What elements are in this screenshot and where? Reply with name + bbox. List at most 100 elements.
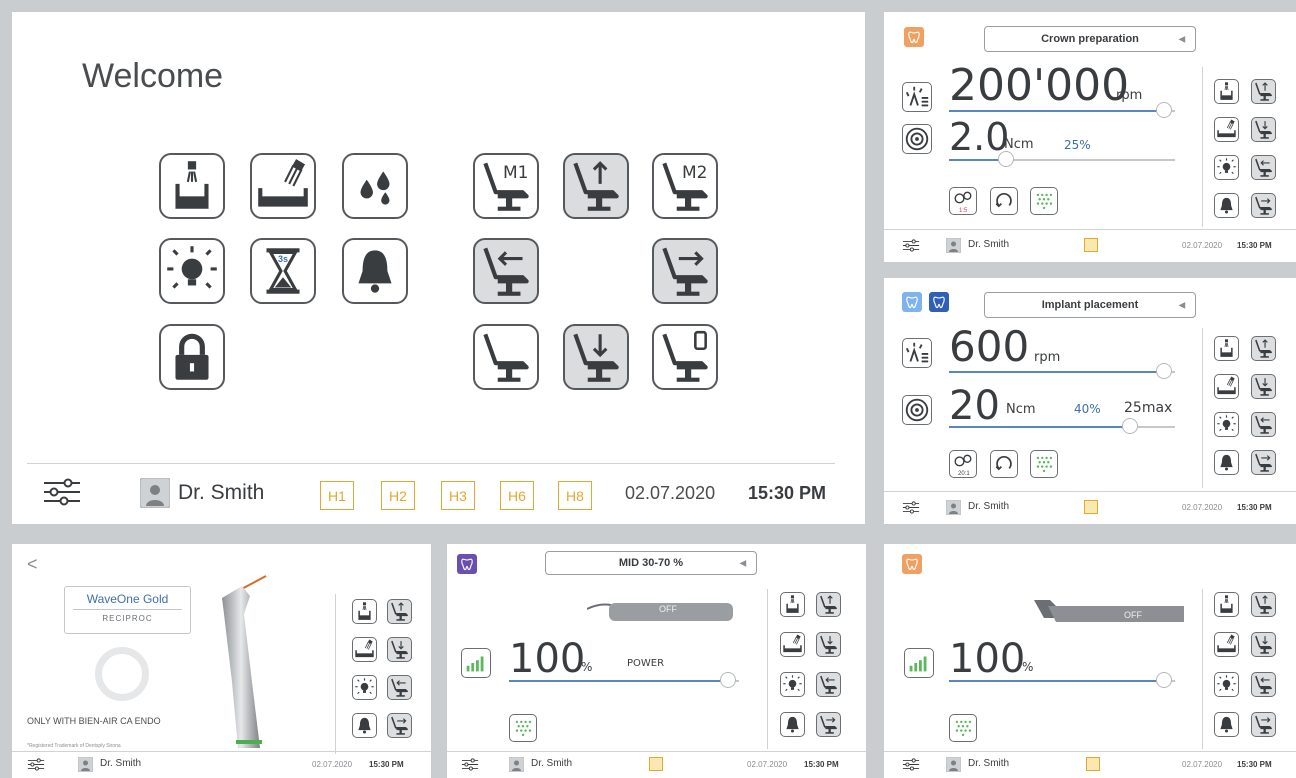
light-button[interactable] xyxy=(1214,412,1239,437)
chair-up-button[interactable] xyxy=(563,153,629,219)
torque-knob[interactable] xyxy=(997,151,1014,167)
power-knob[interactable] xyxy=(719,672,736,688)
preset-h2-button[interactable]: H2 xyxy=(381,481,415,510)
backrest-forward-button[interactable] xyxy=(1251,193,1276,218)
settings-icon[interactable] xyxy=(902,758,920,771)
chair-down-button[interactable] xyxy=(1251,632,1276,657)
chair-up-button[interactable] xyxy=(816,592,841,617)
light-button[interactable] xyxy=(780,672,805,697)
power-knob[interactable] xyxy=(1155,672,1172,688)
bell-button[interactable] xyxy=(1214,712,1239,737)
avatar[interactable] xyxy=(946,500,961,515)
bell-button[interactable] xyxy=(780,712,805,737)
spray-button[interactable] xyxy=(949,714,977,742)
backrest-forward-button[interactable] xyxy=(652,238,718,304)
cup-fill-button[interactable] xyxy=(352,599,377,624)
gear-ratio-button[interactable]: 1:5 xyxy=(949,187,977,215)
cup-fill-button[interactable] xyxy=(159,153,225,219)
rotation-button[interactable] xyxy=(990,187,1018,215)
chair-up-button[interactable] xyxy=(387,599,412,624)
bowl-rinse-button[interactable] xyxy=(352,637,377,662)
memory-1-button[interactable]: M1 xyxy=(473,153,539,219)
avatar[interactable] xyxy=(946,238,961,253)
chair-down-button[interactable] xyxy=(387,637,412,662)
backrest-forward-button[interactable] xyxy=(1251,712,1276,737)
settings-icon[interactable] xyxy=(42,478,82,506)
chair-down-button[interactable] xyxy=(816,632,841,657)
patient-chair-icon[interactable] xyxy=(1084,500,1098,514)
cup-fill-button[interactable] xyxy=(1214,336,1239,361)
chair-up-button[interactable] xyxy=(1251,79,1276,104)
cup-fill-button[interactable] xyxy=(1214,79,1239,104)
backrest-forward-button[interactable] xyxy=(387,713,412,738)
backrest-back-button[interactable] xyxy=(473,238,539,304)
backrest-back-button[interactable] xyxy=(1251,412,1276,437)
avatar[interactable] xyxy=(946,757,961,772)
bell-button[interactable] xyxy=(342,238,408,304)
power-slider[interactable] xyxy=(509,672,739,688)
avatar[interactable] xyxy=(140,478,170,508)
speed-knob[interactable] xyxy=(1155,363,1172,379)
program-dropdown[interactable]: Implant placement ◀ xyxy=(984,292,1196,318)
preset-h8-button[interactable]: H8 xyxy=(558,481,592,510)
gear-ratio-button[interactable]: 20:1 xyxy=(949,450,977,478)
bell-button[interactable] xyxy=(1214,193,1239,218)
rotation-button[interactable] xyxy=(990,450,1018,478)
chair-up-button[interactable] xyxy=(1251,336,1276,361)
backrest-back-button[interactable] xyxy=(816,672,841,697)
avatar[interactable] xyxy=(78,757,93,772)
bowl-rinse-button[interactable] xyxy=(1214,374,1239,399)
chair-down-button[interactable] xyxy=(563,324,629,390)
chair-rinse-position-button[interactable] xyxy=(652,324,718,390)
program-dropdown[interactable]: Crown preparation ◀ xyxy=(984,26,1196,52)
bowl-rinse-button[interactable] xyxy=(1214,117,1239,142)
settings-icon[interactable] xyxy=(902,501,920,514)
preset-h6-button[interactable]: H6 xyxy=(500,481,534,510)
preset-h1-button[interactable]: H1 xyxy=(320,481,354,510)
spray-button[interactable] xyxy=(509,714,537,742)
backrest-back-button[interactable] xyxy=(1251,155,1276,180)
light-button[interactable] xyxy=(159,238,225,304)
spray-button[interactable] xyxy=(1030,187,1058,215)
cup-fill-button[interactable] xyxy=(1214,592,1239,617)
patient-chair-icon[interactable] xyxy=(1084,238,1098,252)
back-button[interactable]: < xyxy=(27,554,38,575)
lock-button[interactable] xyxy=(159,324,225,390)
chair-down-button[interactable] xyxy=(1251,374,1276,399)
backrest-back-button[interactable] xyxy=(387,675,412,700)
chair-reset-button[interactable] xyxy=(473,324,539,390)
backrest-forward-button[interactable] xyxy=(1251,450,1276,475)
bowl-rinse-button[interactable] xyxy=(1214,632,1239,657)
bowl-rinse-button[interactable] xyxy=(250,153,316,219)
light-button[interactable] xyxy=(1214,155,1239,180)
torque-slider[interactable] xyxy=(949,151,1175,167)
spray-button[interactable] xyxy=(1030,450,1058,478)
light-button[interactable] xyxy=(352,675,377,700)
speed-slider[interactable] xyxy=(949,363,1175,379)
program-dropdown[interactable]: MID 30-70 % ◀ xyxy=(545,551,757,575)
settings-icon[interactable] xyxy=(902,239,920,252)
bowl-rinse-button[interactable] xyxy=(780,632,805,657)
timer-button[interactable]: 3s xyxy=(250,238,316,304)
water-drops-button[interactable] xyxy=(342,153,408,219)
memory-2-button[interactable]: M2 xyxy=(652,153,718,219)
patient-chair-icon[interactable] xyxy=(649,757,663,771)
settings-icon[interactable] xyxy=(461,758,479,771)
patient-chair-icon[interactable] xyxy=(1086,757,1100,771)
bell-button[interactable] xyxy=(1214,450,1239,475)
bell-button[interactable] xyxy=(352,713,377,738)
light-button[interactable] xyxy=(1214,672,1239,697)
torque-slider[interactable] xyxy=(949,418,1175,434)
chair-up-button[interactable] xyxy=(1251,592,1276,617)
avatar[interactable] xyxy=(509,757,524,772)
power-slider[interactable] xyxy=(949,672,1175,688)
torque-knob[interactable] xyxy=(1121,418,1138,434)
settings-icon[interactable] xyxy=(27,758,45,771)
speed-slider[interactable] xyxy=(949,102,1175,118)
preset-h3-button[interactable]: H3 xyxy=(441,481,475,510)
backrest-back-button[interactable] xyxy=(1251,672,1276,697)
cup-fill-button[interactable] xyxy=(780,592,805,617)
speed-knob[interactable] xyxy=(1155,102,1172,118)
chair-down-button[interactable] xyxy=(1251,117,1276,142)
backrest-forward-button[interactable] xyxy=(816,712,841,737)
